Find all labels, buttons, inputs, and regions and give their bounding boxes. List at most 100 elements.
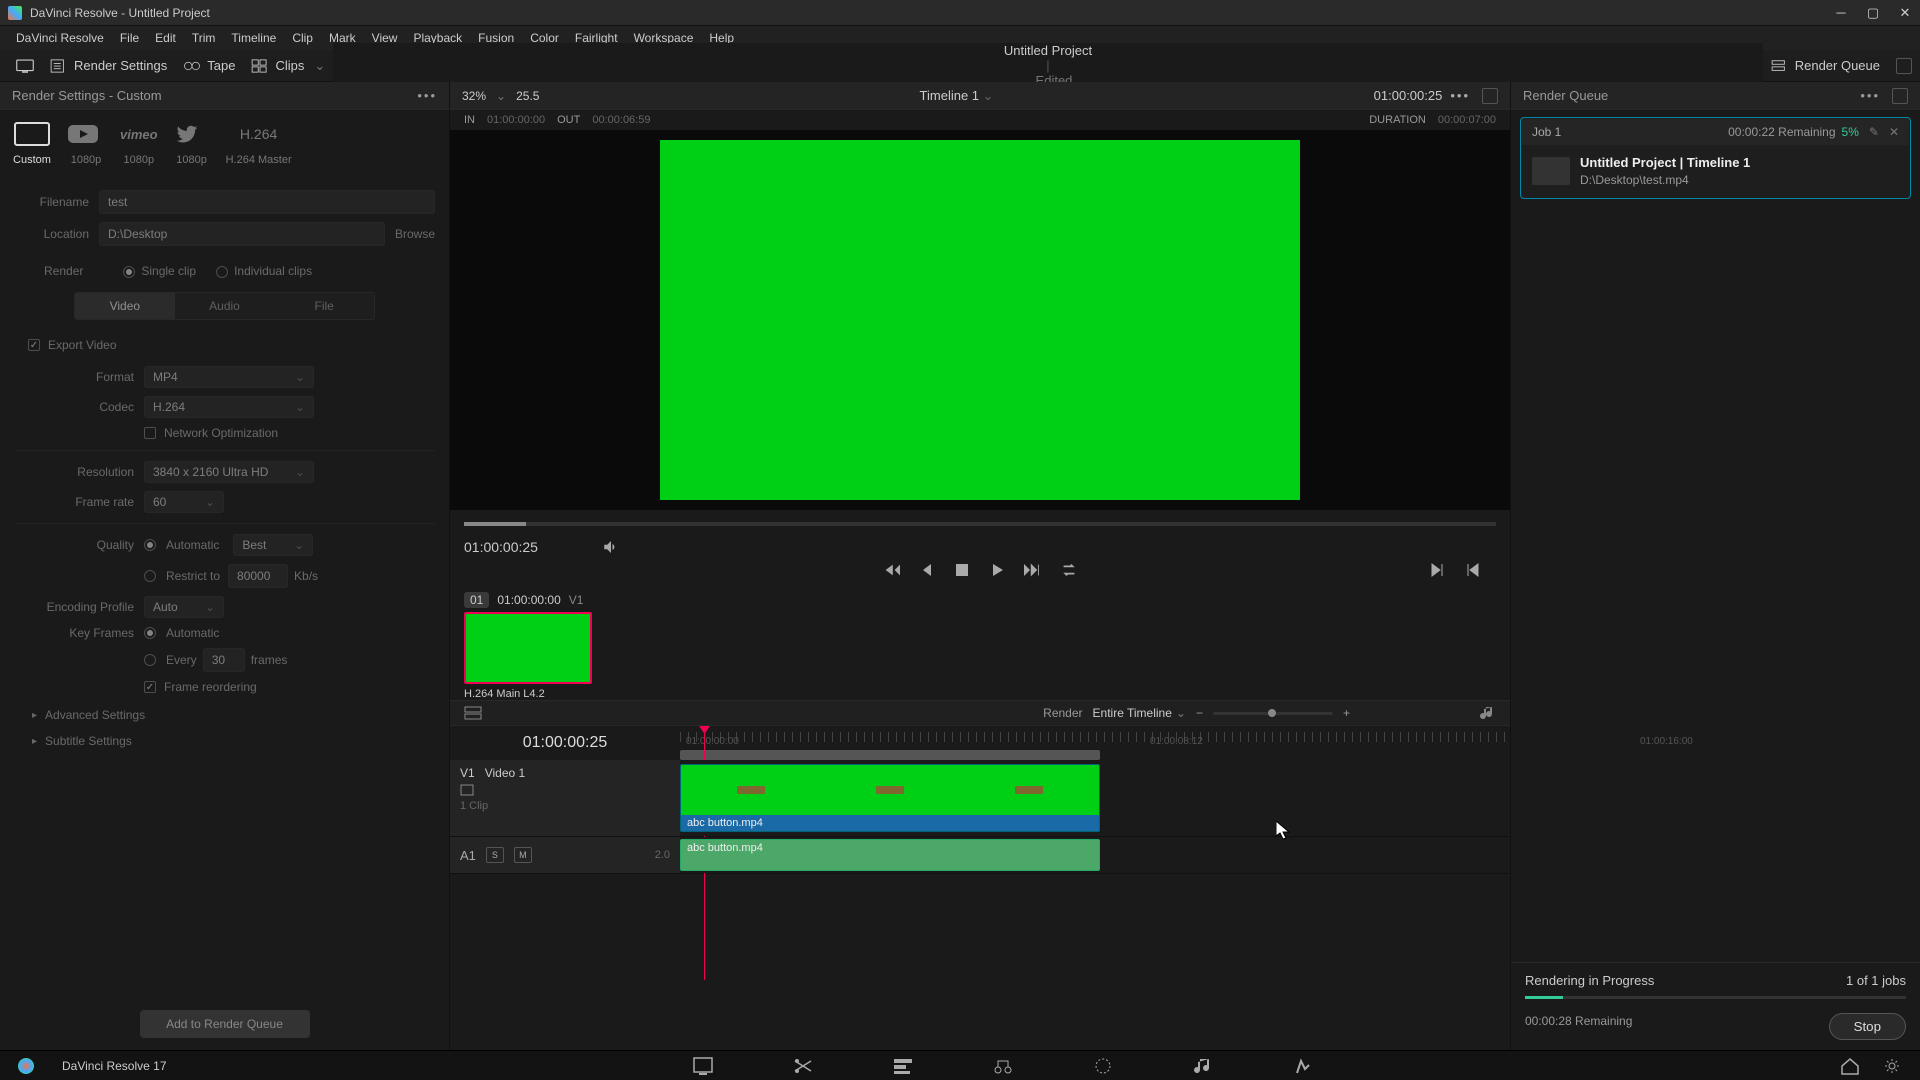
quality-auto-radio[interactable] [144,539,156,551]
export-video-check[interactable] [28,339,40,351]
tab-file[interactable]: File [274,293,374,319]
panel-menu-icon[interactable]: ••• [417,88,437,103]
resolution-select[interactable]: 3840 x 2160 Ultra HD [144,461,314,483]
preset-twitter[interactable]: 1080p [172,120,212,166]
audio-clip[interactable]: abc button.mp4 [680,839,1100,871]
track-v1-head[interactable]: V1Video 1 1 Clip [450,760,680,836]
browse-button[interactable]: Browse [395,227,435,241]
volume-icon[interactable] [602,538,620,556]
quality-restrict-radio[interactable] [144,570,156,582]
expand-panel-icon[interactable] [1896,58,1912,74]
menu-edit[interactable]: Edit [147,27,184,49]
netopt-check[interactable] [144,427,156,439]
timeline-ruler[interactable]: 01:00:00:25 01:00:00:00 01:00:08:12 01:0… [450,726,1510,760]
cut-page-icon[interactable] [793,1057,813,1075]
add-to-queue-button[interactable]: Add to Render Queue [140,1010,310,1038]
framerate-select[interactable]: 60 [144,491,224,513]
mode-individual[interactable]: Individual clips [216,264,312,278]
progress-count: 1 of 1 jobs [1846,973,1906,988]
frame-reorder-check[interactable] [144,681,156,693]
stop-button[interactable]: Stop [1829,1013,1906,1040]
tab-video[interactable]: Video [75,293,175,319]
zoom-out-button[interactable]: − [1196,706,1203,720]
kf-every-input[interactable] [203,648,245,672]
clip-thumbnail[interactable] [464,612,592,684]
go-end-button[interactable] [1024,562,1042,578]
restrict-input[interactable] [228,564,288,588]
solo-button[interactable]: S [486,847,504,863]
tl-scope-select[interactable]: Entire Timeline [1093,706,1186,720]
filename-input[interactable] [99,190,435,214]
menu-clip[interactable]: Clip [284,27,321,49]
queue-job[interactable]: Job 1 00:00:22 Remaining 5% ✎ ✕ Untitled… [1521,118,1910,198]
close-button[interactable]: ✕ [1898,6,1912,20]
step-back-button[interactable] [918,562,936,578]
zoom-dropdown-icon[interactable]: ⌄ [496,89,506,103]
location-input[interactable] [99,222,385,246]
viewer-canvas-area[interactable] [450,130,1510,510]
minimize-button[interactable]: ─ [1834,6,1848,20]
ruler-range[interactable] [680,750,1100,760]
in-tc: 01:00:00:00 [487,114,545,126]
clips-button[interactable]: Clips⌄ [243,54,333,78]
preset-custom[interactable]: Custom [12,120,52,166]
media-page-icon[interactable] [693,1057,713,1075]
queue-expand-icon[interactable] [1892,88,1908,104]
subtitle-settings-row[interactable]: ▸Subtitle Settings [14,728,435,754]
advanced-settings-row[interactable]: ▸Advanced Settings [14,702,435,728]
loop-button[interactable] [1060,562,1078,578]
zoom-in-button[interactable]: + [1343,706,1350,720]
format-select[interactable]: MP4 [144,366,314,388]
fusion-page-icon[interactable] [993,1057,1013,1075]
viewer-expand-icon[interactable] [1482,88,1498,104]
fairlight-page-icon[interactable] [1193,1057,1213,1075]
go-start-button[interactable] [882,562,900,578]
track-v1-lock-icon[interactable] [460,784,474,796]
preset-vimeo[interactable]: vimeo 1080p [120,120,158,166]
job-edit-icon[interactable]: ✎ [1869,125,1879,139]
next-clip-button[interactable] [1428,562,1446,578]
ruler-tc-0: 01:00:00:00 [686,736,739,747]
chevron-down-icon[interactable]: ⌄ [983,88,994,103]
play-button[interactable] [988,562,1006,578]
app-icon [8,6,22,20]
scrubber-track[interactable] [464,522,1496,526]
stop-button[interactable] [954,562,970,578]
menu-davinci[interactable]: DaVinci Resolve [8,27,112,49]
settings-icon[interactable] [1882,1057,1902,1075]
project-title: Untitled Project [333,43,1762,58]
home-icon[interactable] [1840,1057,1860,1075]
menu-file[interactable]: File [112,27,147,49]
deliver-page-icon[interactable] [1293,1057,1313,1075]
color-page-icon[interactable] [1093,1057,1113,1075]
track-v1: V1Video 1 1 Clip abc button.mp4 [450,760,1510,837]
edit-page-icon[interactable] [893,1057,913,1075]
maximize-button[interactable]: ▢ [1866,6,1880,20]
encprof-select[interactable]: Auto [144,596,224,618]
zoom-slider[interactable] [1213,712,1333,715]
viewer-menu-icon[interactable]: ••• [1450,88,1470,103]
queue-menu-icon[interactable]: ••• [1860,88,1880,103]
codec-select[interactable]: H.264 [144,396,314,418]
timeline-view-icon[interactable] [464,706,482,720]
job-remove-icon[interactable]: ✕ [1889,125,1899,139]
kf-every-radio[interactable] [144,654,156,666]
menu-timeline[interactable]: Timeline [223,27,284,49]
zoom-level[interactable]: 32% [462,89,486,103]
kf-auto-radio[interactable] [144,627,156,639]
preset-h264[interactable]: H.264 H.264 Master [226,120,292,166]
preset-youtube[interactable]: 1080p [66,120,106,166]
monitor-button[interactable] [8,55,42,77]
render-queue-toggle[interactable]: Render Queue [1763,54,1888,77]
tab-audio[interactable]: Audio [175,293,275,319]
audio-meters-icon[interactable] [1480,705,1496,721]
mute-button[interactable]: M [514,847,532,863]
render-settings-button[interactable]: Render Settings [42,54,175,77]
mode-single[interactable]: Single clip [123,264,196,278]
tape-button[interactable]: Tape [175,54,243,77]
menu-trim[interactable]: Trim [184,27,224,49]
prev-clip-button[interactable] [1464,562,1482,578]
video-clip[interactable]: abc button.mp4 [680,764,1100,832]
track-a1-head[interactable]: A1 S M 2.0 [450,837,680,873]
quality-select[interactable]: Best [233,534,313,556]
